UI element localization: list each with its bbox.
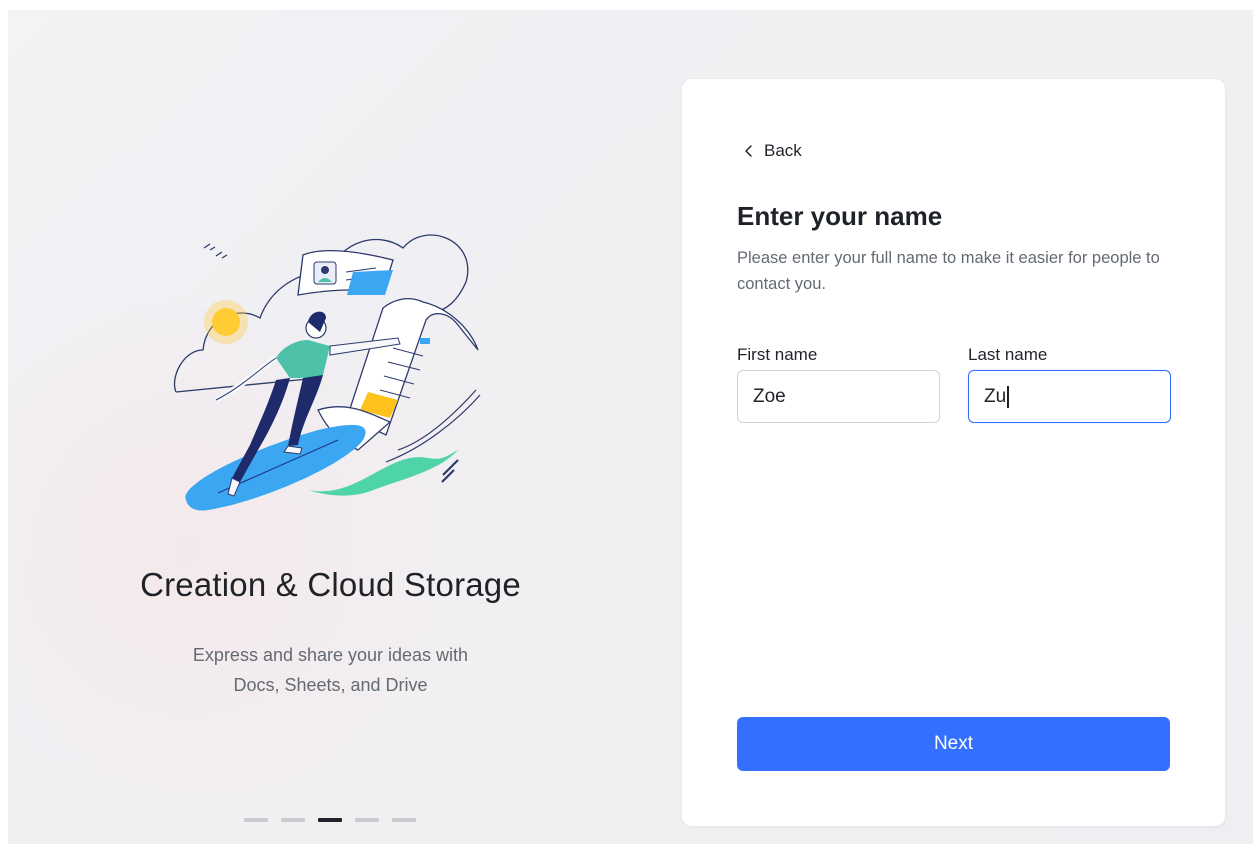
name-form-card: Back Enter your name Please enter your f… — [682, 79, 1225, 826]
next-button[interactable]: Next — [737, 717, 1170, 771]
text-caret — [1007, 385, 1009, 408]
last-name-value: Zu — [984, 385, 1007, 407]
promo-panel: Creation & Cloud Storage Express and sha… — [8, 10, 668, 844]
back-button[interactable]: Back — [742, 141, 802, 161]
surfer-illustration — [174, 234, 481, 511]
chevron-left-icon — [745, 145, 752, 157]
last-name-input[interactable]: Zu — [968, 370, 1171, 423]
promo-subtitle: Express and share your ideas with Docs, … — [148, 640, 513, 700]
pager-dot-5[interactable] — [392, 818, 416, 822]
first-name-label: First name — [737, 345, 818, 364]
back-label: Back — [764, 141, 802, 160]
promo-subtitle-line-1: Express and share your ideas with — [192, 645, 469, 665]
promo-subtitle-line-2: Docs, Sheets, and Drive — [233, 675, 428, 695]
carousel-pager — [244, 818, 416, 822]
first-name-input[interactable]: Zoe — [737, 370, 940, 423]
form-description: Please enter your full name to make it e… — [737, 249, 1160, 293]
promo-title: Creation & Cloud Storage — [140, 566, 521, 603]
pager-dot-4[interactable] — [355, 818, 379, 822]
first-name-value: Zoe — [753, 385, 786, 407]
last-name-label: Last name — [968, 345, 1048, 364]
onboarding-screen: Creation & Cloud Storage Express and sha… — [8, 10, 1253, 844]
pager-dot-3-active[interactable] — [318, 818, 342, 822]
form-title: Enter your name — [737, 201, 943, 231]
pager-dot-2[interactable] — [281, 818, 305, 822]
pager-dot-1[interactable] — [244, 818, 268, 822]
